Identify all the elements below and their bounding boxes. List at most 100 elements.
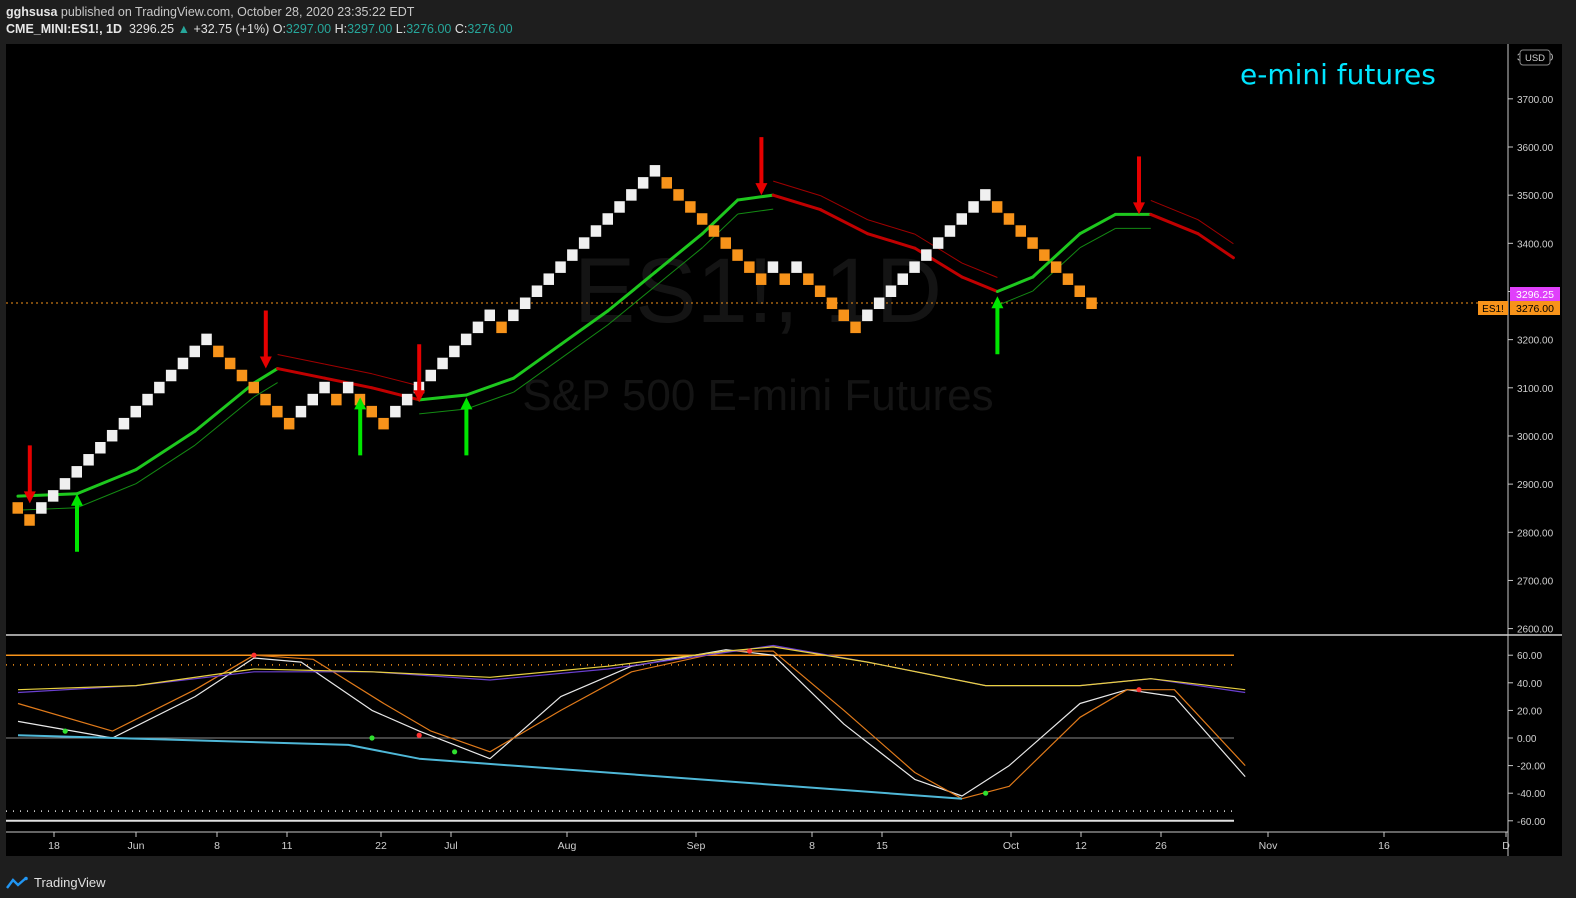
price-tick-label: 3400.00 [1517, 239, 1554, 250]
price-tick-label: 3600.00 [1517, 143, 1554, 154]
renko-box-up [106, 429, 118, 442]
time-tick-label: 12 [1075, 840, 1087, 852]
annotation-text: e-mini futures [1240, 58, 1436, 91]
change-value: +32.75 (+1%) [193, 22, 270, 36]
footer: TradingView [6, 875, 106, 890]
currency-badge-label: USD [1525, 53, 1545, 64]
time-tick-label: 26 [1155, 840, 1167, 852]
oscillator-buy-marker [369, 735, 375, 741]
renko-box-up [177, 357, 189, 370]
high-value: 3297.00 [347, 22, 393, 36]
renko-box-up [59, 478, 71, 490]
renko-box-down [496, 321, 507, 334]
renko-box-down [732, 249, 743, 261]
low-value: 3276.00 [406, 22, 452, 36]
renko-box-up [130, 405, 141, 418]
renko-box-down [708, 225, 720, 237]
price-tick-label: 2800.00 [1517, 528, 1554, 539]
oscillator-pane[interactable] [6, 636, 1508, 832]
time-axis[interactable] [6, 832, 1562, 856]
time-tick-label: Aug [558, 840, 577, 852]
close-label: C: [454, 22, 468, 36]
renko-box-up [319, 381, 330, 394]
time-tick-label: 8 [809, 840, 815, 852]
renko-box-down [673, 189, 684, 201]
renko-box-up [519, 297, 531, 310]
time-tick-label: 22 [375, 840, 387, 852]
renko-box-up [980, 189, 991, 201]
change-arrow-icon: ▲ [177, 22, 190, 36]
renko-box-up [578, 237, 590, 249]
renko-box-up [555, 261, 566, 273]
renko-box-up [401, 393, 413, 406]
renko-box-down [1086, 297, 1097, 310]
renko-box-up [71, 466, 82, 478]
renko-box-up [425, 369, 436, 382]
open-label: O: [272, 22, 286, 36]
renko-box-down [991, 201, 1003, 213]
chart-canvas: ES1!, 1D S&P 500 E-mini Futures 2600.002… [6, 44, 1562, 856]
renko-box-down [248, 381, 259, 394]
renko-box-down [236, 369, 248, 382]
renko-box-up [885, 285, 897, 297]
price-tick-label: 2700.00 [1517, 576, 1554, 587]
last-price-tag-label: 3296.25 [1516, 289, 1554, 301]
renko-box-down [331, 393, 342, 406]
time-tick-label: Oct [1003, 840, 1019, 852]
renko-box-up [602, 213, 613, 225]
renko-box-up [118, 417, 130, 430]
renko-box-up [897, 273, 908, 285]
renko-box-down [378, 417, 389, 430]
renko-box-down [12, 502, 23, 514]
renko-box-down [779, 273, 790, 285]
price-tick-label: 3700.00 [1517, 95, 1554, 106]
renko-box-up [968, 201, 979, 213]
renko-box-up [307, 393, 318, 406]
oscillator-buy-marker [452, 749, 458, 755]
renko-box-up [956, 213, 967, 225]
renko-box-up [791, 261, 802, 273]
oscillator-tick-label: 40.00 [1517, 679, 1542, 690]
renko-box-up [83, 454, 94, 466]
renko-box-up [932, 237, 944, 249]
renko-box-down [1003, 213, 1015, 225]
renko-box-up [873, 297, 885, 310]
footer-brand[interactable]: TradingView [34, 875, 106, 890]
oscillator-tick-label: 20.00 [1517, 706, 1542, 717]
renko-box-down [1015, 225, 1026, 237]
renko-box-up [36, 502, 47, 514]
time-tick-label: Sep [687, 840, 706, 852]
renko-box-up [649, 165, 661, 177]
renko-box-up [342, 381, 354, 394]
time-tick-label: 15 [876, 840, 888, 852]
renko-box-down [826, 297, 838, 310]
time-tick-label: Nov [1259, 840, 1278, 852]
renko-box-up [484, 309, 495, 322]
time-tick-label: 16 [1378, 840, 1390, 852]
renko-box-down [850, 321, 861, 334]
renko-box-down [366, 405, 377, 418]
price-tick-label: 2900.00 [1517, 480, 1554, 491]
price-tick-label: 3000.00 [1517, 432, 1554, 443]
close-price-tag-label: 3276.00 [1516, 303, 1554, 315]
publisher-name[interactable]: gghsusa [6, 5, 57, 19]
time-tick-label: Jul [444, 840, 457, 852]
open-value: 3297.00 [285, 22, 332, 36]
renko-box-up [590, 225, 602, 237]
price-tick-label: 3100.00 [1517, 384, 1554, 395]
symbol-label[interactable]: CME_MINI:ES1!, 1D [6, 22, 122, 36]
renko-box-down [720, 237, 731, 249]
renko-box-down [260, 393, 271, 406]
last-price-value: 3296.25 [128, 22, 175, 36]
price-tick-label: 3200.00 [1517, 336, 1554, 347]
price-tick-label: 2600.00 [1517, 625, 1554, 636]
renko-box-down [744, 261, 755, 273]
renko-box-up [142, 393, 153, 406]
renko-box-up [944, 225, 956, 237]
renko-box-down [814, 285, 826, 297]
renko-box-up [767, 261, 779, 273]
renko-box-up [614, 201, 625, 213]
oscillator-sell-marker [416, 732, 422, 738]
oscillator-buy-marker [983, 790, 989, 796]
close-value: 3276.00 [467, 22, 513, 36]
